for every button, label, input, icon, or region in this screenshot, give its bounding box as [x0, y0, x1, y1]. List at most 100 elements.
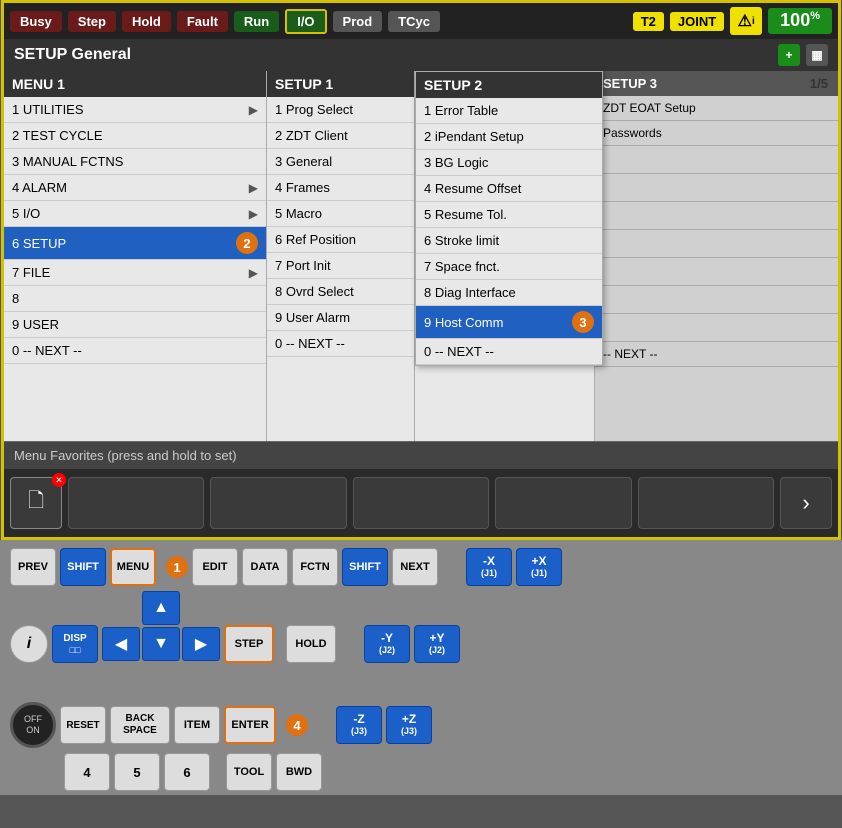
setup3b-item8: [595, 286, 838, 314]
disp-key[interactable]: DISP □□: [52, 625, 98, 663]
num6-key[interactable]: 6: [164, 753, 210, 791]
hold-key[interactable]: HOLD: [286, 625, 336, 663]
arrow-icon: ▶: [249, 207, 258, 221]
setup2-item-spacefnct[interactable]: 7 Space fnct.: [416, 254, 602, 280]
setup2-item-ipendant[interactable]: 2 iPendant Setup: [416, 124, 602, 150]
setup1-item-frames[interactable]: 4 Frames: [267, 175, 414, 201]
setup1-item-refpos[interactable]: 6 Ref Position: [267, 227, 414, 253]
minus-z-key[interactable]: -Z (J3): [336, 706, 382, 744]
setup1-item-macro[interactable]: 5 Macro: [267, 201, 414, 227]
run-button[interactable]: Run: [234, 11, 279, 32]
setup1-item-general[interactable]: 3 General: [267, 149, 414, 175]
arr-empty-2: [182, 591, 220, 625]
num4-key[interactable]: 4: [64, 753, 110, 791]
setup2-item-errortable[interactable]: 1 Error Table: [416, 98, 602, 124]
softkey-2[interactable]: [68, 477, 204, 529]
io-button[interactable]: I/O: [285, 9, 326, 34]
tool-key[interactable]: TOOL: [226, 753, 272, 791]
setup3b-item-next[interactable]: -- NEXT --: [595, 342, 838, 367]
setup1-item-portinit[interactable]: 7 Port Init: [267, 253, 414, 279]
bwd-key[interactable]: BWD: [276, 753, 322, 791]
menu1-item-file[interactable]: 7 FILE ▶: [4, 260, 266, 286]
arr-up[interactable]: ▲: [142, 591, 180, 625]
setup2-item-next[interactable]: 0 -- NEXT --: [416, 339, 602, 365]
menu1-item-alarm[interactable]: 4 ALARM ▶: [4, 175, 266, 201]
data-key[interactable]: DATA: [242, 548, 288, 586]
shift1-key[interactable]: SHIFT: [60, 548, 106, 586]
prev-key[interactable]: PREV: [10, 548, 56, 586]
setup1-item-ovrd[interactable]: 8 Ovrd Select: [267, 279, 414, 305]
arrow-icon: ▶: [249, 266, 258, 280]
arrow-icon: ▶: [249, 181, 258, 195]
setup3b-item2[interactable]: Passwords: [595, 121, 838, 146]
menu1-item-manual[interactable]: 3 MANUAL FCTNS: [4, 149, 266, 175]
softkey-6[interactable]: [638, 477, 774, 529]
menu1-item-utilities[interactable]: 1 UTILITIES ▶: [4, 97, 266, 123]
step-badge-3: 3: [572, 311, 594, 333]
prod-button[interactable]: Prod: [333, 11, 383, 32]
setup3b-item4: [595, 174, 838, 202]
setup1-item-zdt[interactable]: 2 ZDT Client: [267, 123, 414, 149]
edit-key[interactable]: EDIT: [192, 548, 238, 586]
menu1-item-io[interactable]: 5 I/O ▶: [4, 201, 266, 227]
num5-key[interactable]: 5: [114, 753, 160, 791]
minus-x-key[interactable]: -X (J1): [466, 548, 512, 586]
menu1-item-next[interactable]: 0 -- NEXT --: [4, 338, 266, 364]
plus-x-key[interactable]: +X (J1): [516, 548, 562, 586]
setup2-item-hostcomm[interactable]: 9 Host Comm 3: [416, 306, 602, 339]
shift2-key[interactable]: SHIFT: [342, 548, 388, 586]
tcyc-button[interactable]: TCyc: [388, 11, 440, 32]
menu1-item-8[interactable]: 8: [4, 286, 266, 312]
kb-row-3: OFFON RESET BACK SPACE ITEM ENTER 4 -Z (…: [10, 702, 832, 748]
step-badge-2: 2: [236, 232, 258, 254]
step-button[interactable]: Step: [68, 11, 116, 32]
minus-y-key[interactable]: -Y (J2): [364, 625, 410, 663]
enter-badge-4: 4: [286, 714, 308, 736]
setup3b-item5: [595, 202, 838, 230]
busy-button[interactable]: Busy: [10, 11, 62, 32]
softkey-4[interactable]: [353, 477, 489, 529]
step-key[interactable]: STEP: [224, 625, 274, 663]
backspace-key[interactable]: BACK SPACE: [110, 706, 170, 744]
arr-down[interactable]: ▼: [142, 627, 180, 661]
softkey-5[interactable]: [495, 477, 631, 529]
setup1-item-progselect[interactable]: 1 Prog Select: [267, 97, 414, 123]
setup2-item-resumeoffset[interactable]: 4 Resume Offset: [416, 176, 602, 202]
setup2-item-diaginterface[interactable]: 8 Diag Interface: [416, 280, 602, 306]
setup3b-item6: [595, 230, 838, 258]
hold-button[interactable]: Hold: [122, 11, 171, 32]
warning-icon: ⚠i: [730, 7, 762, 35]
setup3b-item1[interactable]: ZDT EOAT Setup: [595, 96, 838, 121]
plus-icon[interactable]: +: [778, 44, 800, 66]
softkey-doc-icon[interactable]: 🗋 ✕: [10, 477, 62, 529]
reset-key[interactable]: RESET: [60, 706, 106, 744]
menu1-item-user[interactable]: 9 USER: [4, 312, 266, 338]
setup2-item-bglogic[interactable]: 3 BG Logic: [416, 150, 602, 176]
arr-left[interactable]: ◀: [102, 627, 140, 661]
screen-wrapper: Busy Step Hold Fault Run I/O Prod TCyc T…: [1, 0, 841, 540]
softkey-3[interactable]: [210, 477, 346, 529]
setup2-item-strokelimit[interactable]: 6 Stroke limit: [416, 228, 602, 254]
setup1-item-useralarm[interactable]: 9 User Alarm: [267, 305, 414, 331]
setup2-item-resumetol[interactable]: 5 Resume Tol.: [416, 202, 602, 228]
enter-key[interactable]: ENTER: [224, 706, 276, 744]
menu-key[interactable]: MENU: [110, 548, 156, 586]
arr-right[interactable]: ▶: [182, 627, 220, 661]
item-key[interactable]: ITEM: [174, 706, 220, 744]
plus-z-key[interactable]: +Z (J3): [386, 706, 432, 744]
joint-badge: JOINT: [670, 12, 724, 31]
softkey-next-arrow[interactable]: ›: [780, 477, 832, 529]
setup3b-item9: [595, 314, 838, 342]
grid-icon[interactable]: ▦: [806, 44, 828, 66]
menu1-item-setup[interactable]: 6 SETUP 2: [4, 227, 266, 260]
plus-y-key[interactable]: +Y (J2): [414, 625, 460, 663]
fault-button[interactable]: Fault: [177, 11, 228, 32]
setup3b-item7: [595, 258, 838, 286]
knob-key[interactable]: OFFON: [10, 702, 56, 748]
next-key[interactable]: NEXT: [392, 548, 438, 586]
arrow-pad: ▲ ◀ ▼ ▶: [102, 591, 220, 697]
setup1-item-next[interactable]: 0 -- NEXT --: [267, 331, 414, 357]
menu1-item-testcycle[interactable]: 2 TEST CYCLE: [4, 123, 266, 149]
fctn-key[interactable]: FCTN: [292, 548, 338, 586]
info-key[interactable]: i: [10, 625, 48, 663]
